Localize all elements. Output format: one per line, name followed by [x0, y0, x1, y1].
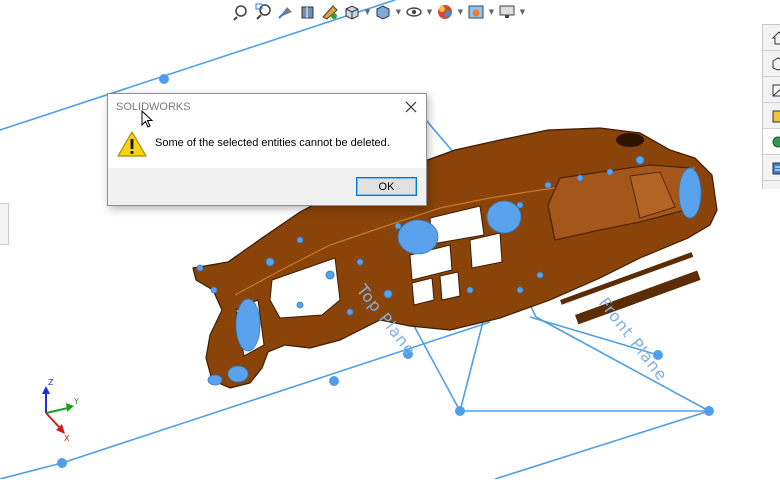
task-pane-tabs	[762, 24, 780, 189]
triad-y-label: Y	[73, 397, 79, 406]
part-icon[interactable]	[763, 51, 780, 77]
display-style-icon[interactable]	[373, 2, 393, 22]
feature-manager-flyout-handle[interactable]	[0, 203, 9, 245]
dialog-footer: OK	[108, 168, 426, 205]
ok-button[interactable]: OK	[356, 177, 417, 196]
triad-x-label: X	[64, 434, 70, 443]
model-scene[interactable]: Top Plane Front Plane Z Y X	[0, 0, 780, 480]
dialog-message: Some of the selected entities cannot be …	[155, 137, 390, 149]
previous-view-icon[interactable]	[276, 2, 296, 22]
dialog-title: SOLIDWORKS	[116, 101, 191, 113]
chevron-down-icon[interactable]: ▼	[395, 2, 402, 22]
section-view-icon[interactable]	[298, 2, 318, 22]
plane-handle[interactable]	[704, 406, 714, 416]
graphics-area[interactable]: Top Plane Front Plane Z Y X	[0, 0, 780, 480]
file-explorer-icon[interactable]	[763, 77, 780, 103]
chevron-down-icon[interactable]: ▼	[488, 2, 495, 22]
edit-appearance-icon[interactable]	[435, 2, 455, 22]
heads-up-view-toolbar: ▼ ▼ ▼ ▼ ▼ ▼	[232, 0, 526, 24]
home-icon[interactable]	[763, 25, 780, 51]
view-palette-icon[interactable]	[763, 103, 780, 129]
reference-triad: Z Y X	[42, 378, 79, 443]
chevron-down-icon[interactable]: ▼	[426, 2, 433, 22]
triad-z-label: Z	[48, 378, 54, 387]
message-dialog: SOLIDWORKS Some of the selected entities…	[107, 93, 427, 206]
warning-icon	[117, 130, 147, 162]
view-settings-icon[interactable]	[497, 2, 517, 22]
appearances-icon[interactable]	[763, 129, 780, 155]
plane-handle[interactable]	[57, 458, 67, 468]
chevron-down-icon[interactable]: ▼	[519, 2, 526, 22]
zoom-to-fit-icon[interactable]	[232, 2, 252, 22]
mouse-cursor-icon	[141, 109, 154, 132]
hide-show-items-icon[interactable]	[404, 2, 424, 22]
custom-properties-icon[interactable]	[763, 155, 780, 181]
zoom-to-area-icon[interactable]	[254, 2, 274, 22]
apply-scene-icon[interactable]	[466, 2, 486, 22]
dynamic-annotation-views-icon[interactable]	[320, 2, 340, 22]
plane-handle[interactable]	[159, 74, 169, 84]
chevron-down-icon[interactable]: ▼	[457, 2, 464, 22]
view-orientation-icon[interactable]	[342, 2, 362, 22]
close-icon[interactable]	[404, 99, 418, 113]
dialog-body: Some of the selected entities cannot be …	[108, 121, 426, 168]
plane-handle[interactable]	[329, 376, 339, 386]
chevron-down-icon[interactable]: ▼	[364, 2, 371, 22]
plane-handle[interactable]	[455, 406, 465, 416]
